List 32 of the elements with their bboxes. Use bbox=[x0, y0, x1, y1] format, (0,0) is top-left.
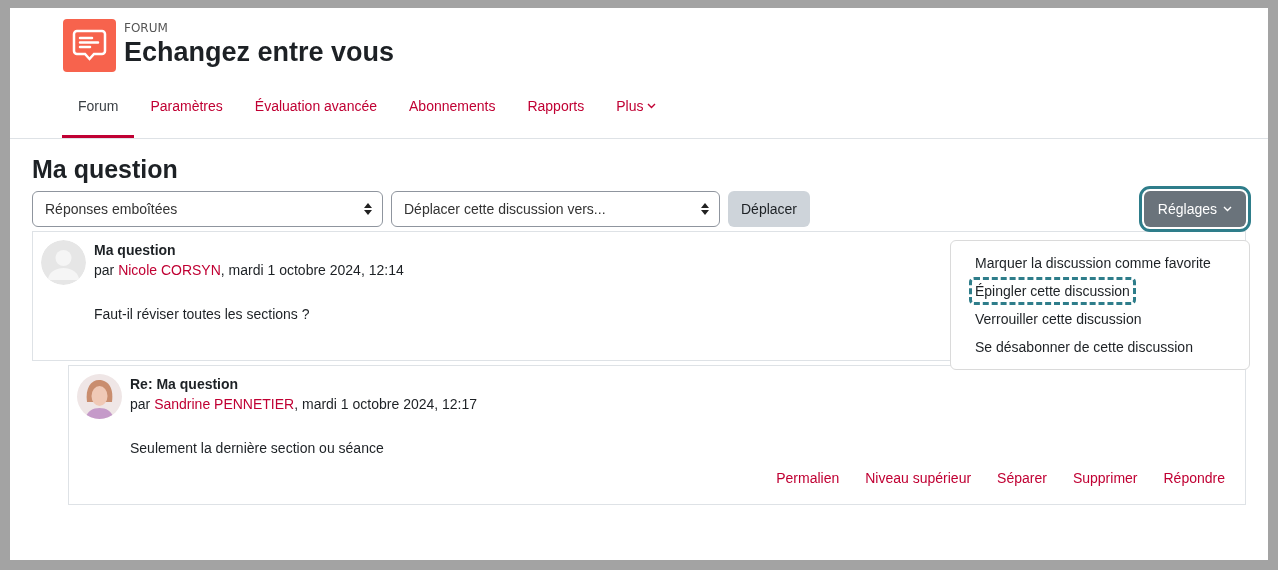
move-button[interactable]: Déplacer bbox=[728, 191, 811, 227]
post-action-link[interactable]: Supprimer bbox=[1072, 470, 1138, 486]
menu-item[interactable]: Épingler cette discussion bbox=[969, 277, 1136, 305]
post-subject: Ma question bbox=[94, 242, 177, 258]
forum-logo-icon bbox=[63, 19, 116, 72]
sort-arrows-icon bbox=[701, 203, 709, 215]
caret-icon bbox=[1223, 206, 1232, 212]
nav-tab[interactable]: Rapports bbox=[511, 88, 601, 138]
nav-tab[interactable]: Abonnements bbox=[393, 88, 512, 138]
page-title: Echangez entre vous bbox=[124, 37, 395, 68]
post-action-link[interactable]: Séparer bbox=[997, 470, 1047, 486]
avatar-icon bbox=[41, 240, 86, 285]
display-mode-select[interactable]: Réponses emboîtées bbox=[32, 191, 383, 227]
post-body: Faut-il réviser toutes les sections ? bbox=[94, 306, 310, 322]
nav-tab[interactable]: Forum bbox=[62, 88, 135, 138]
menu-item[interactable]: Se désabonner de cette discussion bbox=[969, 333, 1199, 361]
menu-item[interactable]: Marquer la discussion comme favorite bbox=[969, 249, 1217, 277]
post-subject: Re: Ma question bbox=[130, 376, 240, 392]
sort-arrows-icon bbox=[364, 203, 372, 215]
post-action-link[interactable]: Niveau supérieur bbox=[865, 470, 972, 486]
discussion-title: Ma question bbox=[32, 155, 179, 184]
activity-type-label: FORUM bbox=[124, 21, 169, 35]
menu-item[interactable]: Verrouiller cette discussion bbox=[969, 305, 1148, 333]
nav-tab[interactable]: Évaluation avancée bbox=[238, 88, 393, 138]
post-action-link[interactable]: Répondre bbox=[1163, 470, 1225, 486]
nav-tab[interactable]: Plus bbox=[600, 88, 673, 138]
post-meta: par Sandrine PENNETIER, mardi 1 octobre 2024, 12:17 bbox=[130, 396, 479, 412]
move-discussion-select[interactable]: Déplacer cette discussion vers... bbox=[391, 191, 720, 227]
author-link[interactable]: Nicole CORSYN bbox=[118, 262, 221, 278]
post-body: Seulement la dernière section ou séance bbox=[130, 440, 384, 456]
post-action-link[interactable]: Permalien bbox=[776, 470, 840, 486]
nav-tab[interactable]: Paramètres bbox=[134, 88, 239, 138]
